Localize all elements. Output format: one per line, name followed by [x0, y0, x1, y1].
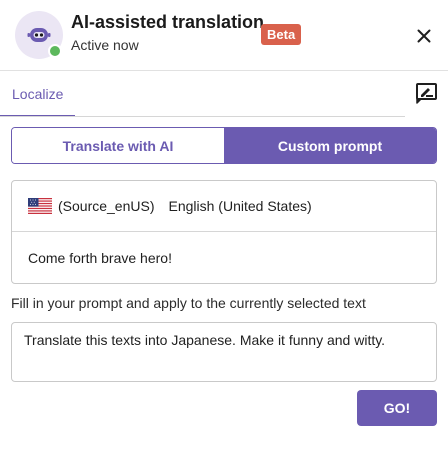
translate-with-ai-button[interactable]: Translate with AI — [12, 128, 224, 163]
tab-localize[interactable]: Localize — [0, 71, 76, 117]
status-text: Active now — [71, 37, 139, 53]
close-icon — [417, 29, 431, 43]
source-card-divider — [12, 231, 436, 232]
panel-header: AI-assisted translation Beta Active now — [0, 0, 448, 70]
prompt-instruction: Fill in your prompt and apply to the cur… — [11, 295, 366, 311]
online-status-dot — [48, 44, 62, 58]
close-button[interactable] — [412, 24, 436, 48]
beta-badge: Beta — [261, 24, 302, 45]
tab-bar: Localize — [0, 71, 448, 117]
source-text: Come forth brave hero! — [28, 250, 172, 266]
prompt-input-value: Translate this texts into Japanese. Make… — [24, 332, 386, 348]
source-locale-code: (Source_enUS) — [58, 198, 155, 214]
mode-toggle: Translate with AI Custom prompt — [11, 127, 437, 164]
tab-bar-divider — [0, 116, 405, 117]
prompt-input[interactable]: Translate this texts into Japanese. Make… — [11, 322, 437, 382]
source-language-name: English (United States) — [168, 198, 312, 214]
custom-prompt-button[interactable]: Custom prompt — [224, 128, 436, 163]
source-locale-row: (Source_enUS) English (United States) — [12, 181, 436, 231]
source-text-card: (Source_enUS) English (United States) Co… — [11, 180, 437, 284]
us-flag-icon — [28, 198, 52, 214]
edit-note-icon — [416, 83, 437, 104]
tab-localize-label: Localize — [12, 85, 64, 102]
edit-note-button[interactable] — [415, 81, 439, 105]
avatar — [15, 11, 63, 59]
panel-title: AI-assisted translation — [71, 12, 265, 32]
go-button[interactable]: GO! — [357, 390, 437, 426]
